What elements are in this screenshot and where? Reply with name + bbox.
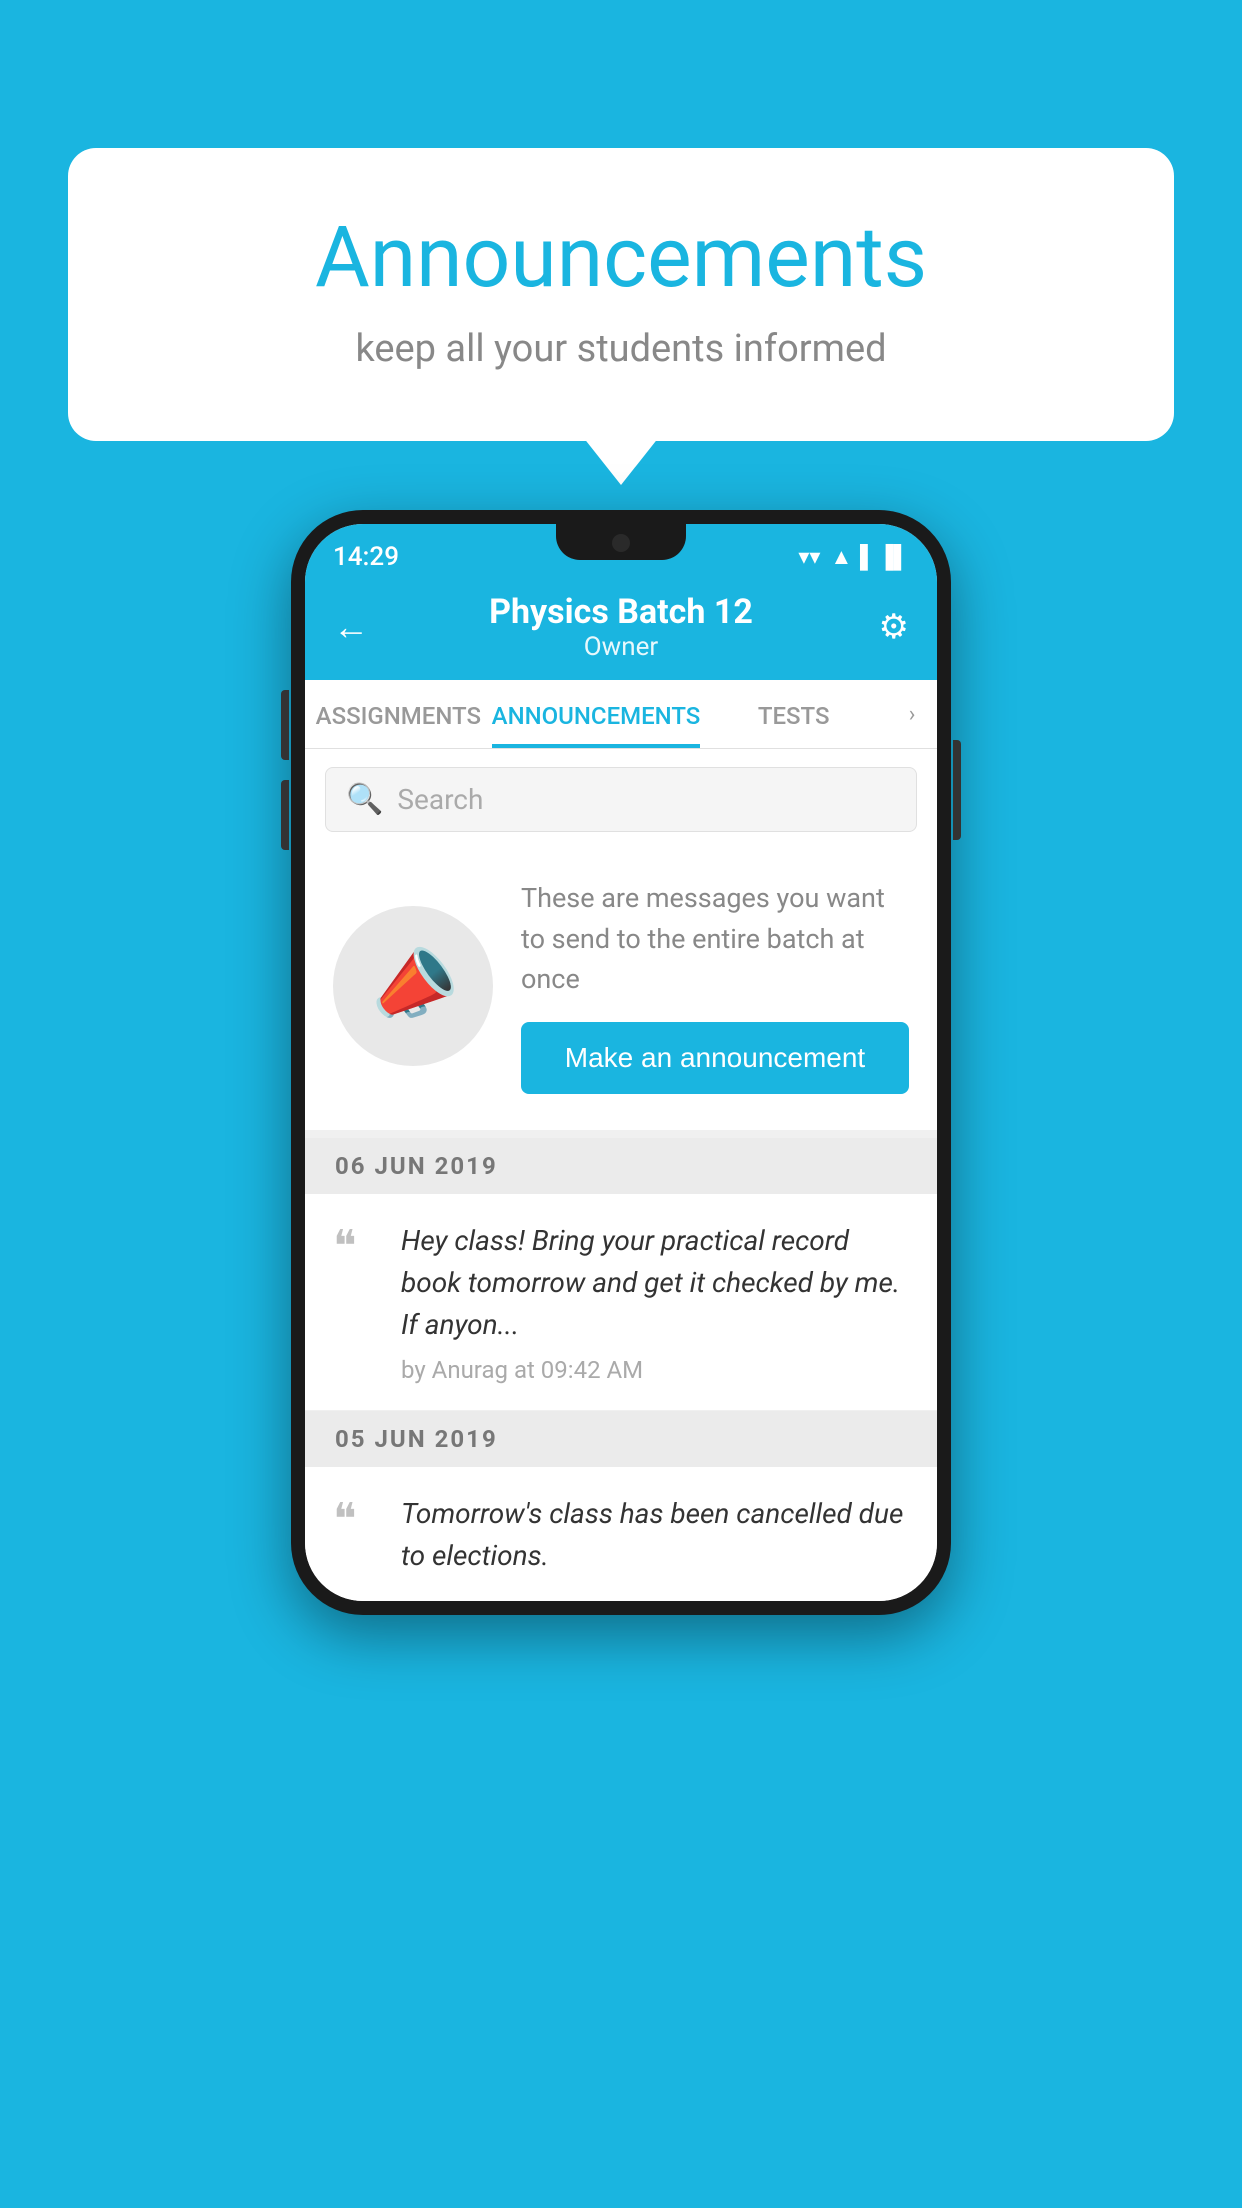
tab-more[interactable]: ›	[887, 680, 937, 748]
speech-bubble-card: Announcements keep all your students inf…	[68, 148, 1174, 441]
front-camera	[612, 534, 630, 552]
phone-screen: 14:29 ▾▾ ▲▐ ▐▌ ← Physics Batch 12 Owner …	[305, 524, 937, 1601]
megaphone-icon: 📣	[359, 933, 468, 1038]
announcements-heading: Announcements	[148, 208, 1094, 307]
announcement-item-2[interactable]: ❝ Tomorrow's class has been cancelled du…	[305, 1467, 937, 1601]
promo-icon-circle: 📣	[333, 906, 493, 1066]
batch-title: Physics Batch 12	[489, 592, 753, 632]
message-content-2: Tomorrow's class has been cancelled due …	[401, 1493, 909, 1587]
app-header: ← Physics Batch 12 Owner ⚙	[305, 578, 937, 680]
phone-mockup: 14:29 ▾▾ ▲▐ ▐▌ ← Physics Batch 12 Owner …	[291, 510, 951, 1615]
settings-icon[interactable]: ⚙	[859, 607, 909, 647]
speech-bubble-section: Announcements keep all your students inf…	[68, 148, 1174, 441]
back-button[interactable]: ←	[333, 606, 383, 648]
status-icons: ▾▾ ▲▐ ▐▌	[798, 544, 909, 570]
search-bar[interactable]: 🔍 Search	[325, 767, 917, 832]
search-bar-container: 🔍 Search	[305, 749, 937, 850]
announcement-item-1[interactable]: ❝ Hey class! Bring your practical record…	[305, 1194, 937, 1411]
date-separator-2: 05 JUN 2019	[305, 1411, 937, 1467]
phone-notch	[556, 524, 686, 560]
tab-tests[interactable]: TESTS	[700, 680, 887, 748]
tab-announcements[interactable]: ANNOUNCEMENTS	[492, 680, 701, 748]
volume-down-button	[281, 780, 289, 850]
tabs-bar: ASSIGNMENTS ANNOUNCEMENTS TESTS ›	[305, 680, 937, 749]
announcements-subtitle: keep all your students informed	[148, 327, 1094, 371]
power-button	[953, 740, 961, 840]
quote-icon-2: ❝	[333, 1497, 377, 1587]
batch-role: Owner	[489, 632, 753, 662]
message-content-1: Hey class! Bring your practical record b…	[401, 1220, 909, 1384]
promo-content: These are messages you want to send to t…	[521, 878, 909, 1094]
search-placeholder: Search	[397, 783, 483, 816]
battery-icon: ▐▌	[878, 544, 909, 570]
date-separator-1: 06 JUN 2019	[305, 1138, 937, 1194]
message-text-1: Hey class! Bring your practical record b…	[401, 1220, 909, 1346]
quote-icon: ❝	[333, 1224, 377, 1384]
header-title-block: Physics Batch 12 Owner	[489, 592, 753, 662]
tab-assignments[interactable]: ASSIGNMENTS	[305, 680, 492, 748]
volume-up-button	[281, 690, 289, 760]
signal-icon: ▲▐	[830, 544, 867, 570]
promo-description: These are messages you want to send to t…	[521, 878, 909, 1000]
search-icon: 🔍	[346, 782, 383, 817]
message-text-2: Tomorrow's class has been cancelled due …	[401, 1493, 909, 1577]
wifi-icon: ▾▾	[798, 545, 820, 570]
status-time: 14:29	[333, 542, 399, 572]
message-meta-1: by Anurag at 09:42 AM	[401, 1356, 909, 1384]
make-announcement-button[interactable]: Make an announcement	[521, 1022, 909, 1094]
announcement-promo-block: 📣 These are messages you want to send to…	[305, 850, 937, 1138]
